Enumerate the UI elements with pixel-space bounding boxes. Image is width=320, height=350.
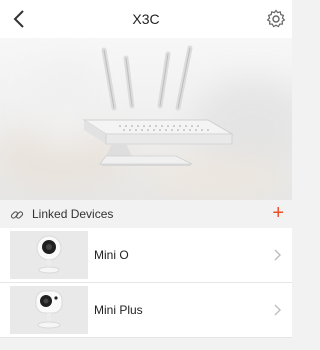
- page-title: X3C: [132, 11, 160, 27]
- gear-icon[interactable]: [266, 9, 286, 29]
- device-row-mini-plus[interactable]: Mini Plus: [0, 283, 292, 338]
- device-name: Mini O: [94, 248, 129, 262]
- router-image: [82, 45, 234, 166]
- mini-plus-camera-thumbnail: [10, 286, 88, 334]
- mini-o-camera-thumbnail: [10, 231, 88, 279]
- section-title: Linked Devices: [32, 207, 114, 221]
- top-bar: X3C: [0, 0, 292, 38]
- link-icon: [10, 211, 24, 219]
- device-hero-image: [0, 38, 292, 200]
- chevron-left-icon[interactable]: [8, 7, 30, 31]
- chevron-right-icon: [274, 304, 281, 316]
- linked-devices-header: Linked Devices +: [0, 200, 292, 228]
- chevron-right-icon: [274, 249, 281, 261]
- add-device-button[interactable]: +: [272, 202, 284, 224]
- device-row-mini-o[interactable]: Mini O: [0, 228, 292, 283]
- device-name: Mini Plus: [94, 303, 143, 317]
